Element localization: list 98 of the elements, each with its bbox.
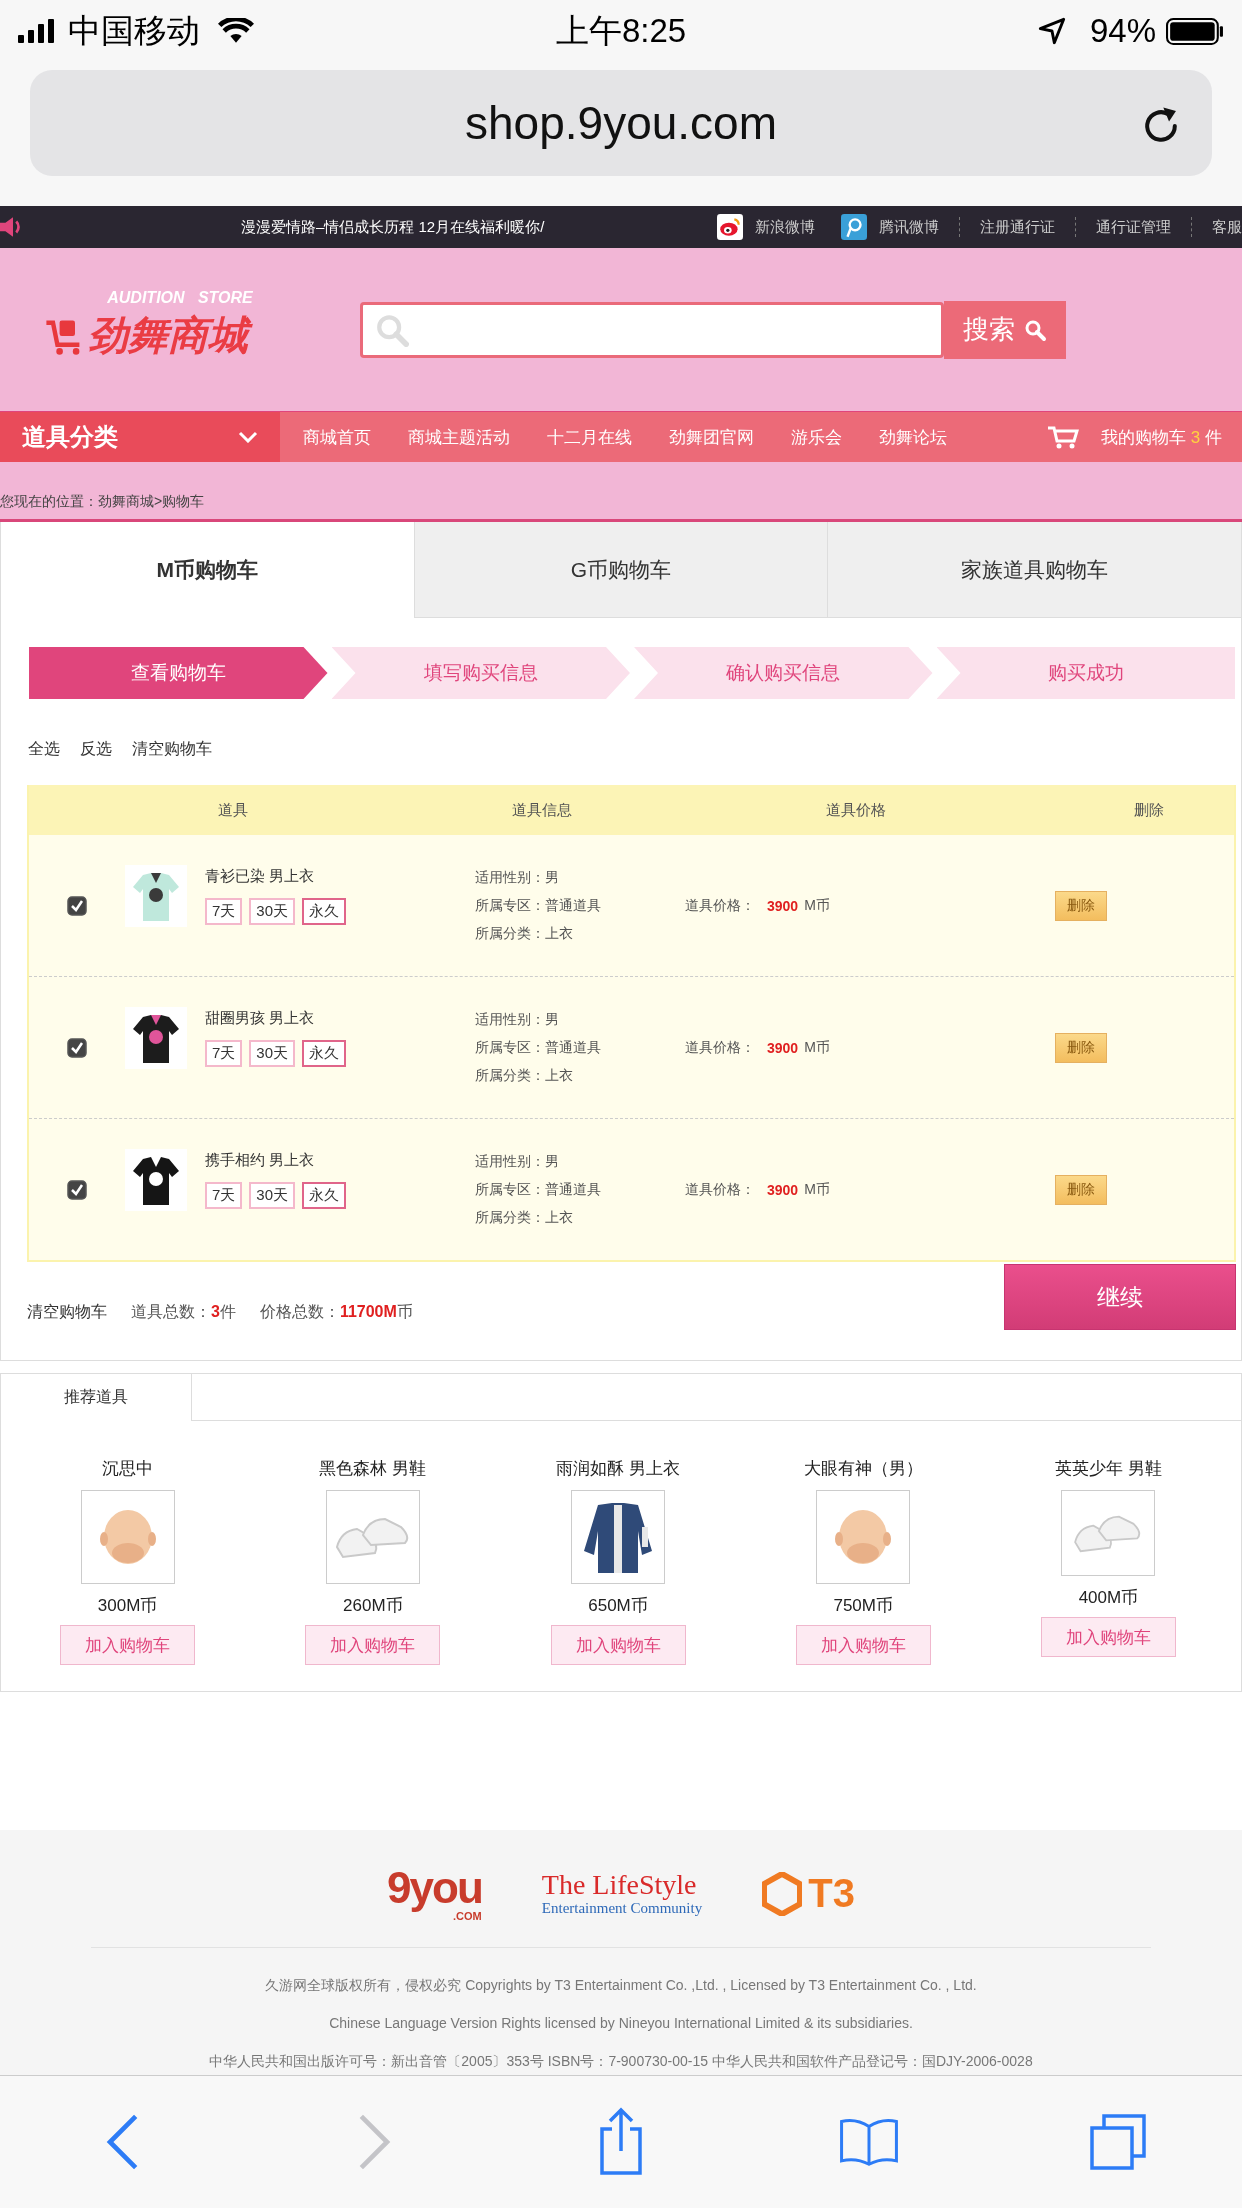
item-info: 适用性别：男	[475, 868, 560, 887]
currency-label: M币	[804, 1180, 830, 1199]
total-price: 价格总数：11700M币	[259, 1301, 413, 1322]
news-ticker[interactable]: 漫漫爱情路–情侣成长历程 12月在线福利暖你/	[241, 217, 561, 237]
product-price: 650M币	[588, 1595, 648, 1617]
item-price: 3900	[767, 1039, 799, 1056]
item-name: 甜圈男孩 男上衣	[205, 1008, 316, 1028]
footer-text: Chinese Language Version Rights licensed by Nineyou International Limited & its subsidiaries.	[329, 2014, 913, 2033]
checkbox[interactable]	[67, 1179, 87, 1200]
item-price: 3900	[767, 1181, 799, 1198]
column-header: 删除	[1133, 800, 1166, 820]
product-name[interactable]: 黑色森林 男鞋	[319, 1457, 427, 1480]
price-label: 道具价格：	[685, 1180, 755, 1199]
top-link[interactable]: 新浪微博	[755, 217, 815, 237]
add-to-cart-button[interactable]: 加入购物车	[550, 1625, 686, 1665]
battery-percent: 94%	[1089, 12, 1156, 50]
product-name[interactable]: 沉思中	[102, 1457, 154, 1480]
product-price: 260M币	[343, 1595, 403, 1617]
duration-option[interactable]: 永久	[302, 897, 347, 925]
cart-tab[interactable]: 家族道具购物车	[827, 522, 1241, 617]
add-to-cart-button[interactable]: 加入购物车	[1040, 1617, 1176, 1657]
location-icon	[1037, 17, 1066, 45]
cube-logo-icon[interactable]	[762, 1871, 803, 1916]
cart-icon[interactable]	[1047, 425, 1080, 449]
progress-step: 查看购物车	[29, 647, 328, 699]
item-name: 携手相约 男上衣	[205, 1150, 316, 1170]
cart-action-link[interactable]: 反选	[80, 739, 112, 760]
column-header: 道具信息	[510, 800, 573, 820]
delete-button[interactable]: 删除	[1055, 890, 1107, 921]
price-label: 道具价格：	[685, 1038, 755, 1057]
search-icon	[375, 312, 409, 347]
delete-button[interactable]: 删除	[1055, 1174, 1107, 1205]
item-info: 所属分类：上衣	[475, 1066, 574, 1085]
item-info: 所属专区：普通道具	[475, 1038, 602, 1057]
item-info: 适用性别：男	[475, 1152, 560, 1171]
status-time: 上午8:25	[554, 10, 688, 51]
progress-step: 购买成功	[936, 647, 1235, 699]
category-menu[interactable]: 道具分类	[0, 412, 280, 462]
partner-logo-tagline[interactable]: Entertainment Community	[541, 1900, 703, 1918]
item-info: 所属专区：普通道具	[475, 1180, 602, 1199]
currency-label: M币	[804, 1038, 830, 1057]
footer-text: 久游网全球版权所有，侵权必究 Copyrights by T3 Entertainment Co. ,Ltd. , Licensed by T3 Entertainment Co. , Ltd.	[265, 1976, 977, 1995]
product-price: 400M币	[1078, 1587, 1139, 1609]
chevron-down-icon	[238, 431, 258, 443]
footer-text: 中华人民共和国出版许可号：新出音管〔2005〕353号 ISBN号：7-900730-00-15 中华人民共和国软件产品登记号：国DJY-2006-0028	[209, 2052, 1033, 2071]
checkbox[interactable]	[67, 1037, 87, 1058]
breadcrumb: 您现在的位置：劲舞商城>购物车	[0, 493, 205, 511]
search-field[interactable]	[360, 301, 944, 358]
item-info: 所属分类：上衣	[475, 924, 574, 943]
column-header: 道具	[217, 800, 250, 820]
duration-option[interactable]: 7天	[205, 897, 243, 925]
partner-logo[interactable]: The LifeStyle	[541, 1869, 703, 1901]
checkbox[interactable]	[67, 895, 87, 916]
weibo-icon[interactable]	[717, 214, 743, 240]
progress-step: 填写购买信息	[331, 647, 630, 699]
cart-action-link[interactable]: 清空购物车	[132, 739, 212, 760]
add-to-cart-button[interactable]: 加入购物车	[305, 1625, 441, 1665]
top-link[interactable]: 客服	[1212, 217, 1242, 237]
cart-action-link[interactable]: 全选	[28, 739, 60, 760]
duration-option[interactable]: 30天	[249, 1039, 296, 1067]
add-to-cart-button[interactable]: 加入购物车	[60, 1625, 196, 1665]
duration-option[interactable]: 7天	[205, 1039, 243, 1067]
product-name[interactable]: 大眼有神（男）	[803, 1457, 923, 1480]
product-price: 300M币	[97, 1595, 158, 1617]
battery-icon	[1166, 17, 1224, 45]
item-count: 道具总数：3件	[131, 1301, 236, 1322]
item-price: 3900	[767, 897, 799, 914]
progress-step: 确认购买信息	[634, 647, 933, 699]
top-link[interactable]: 通行证管理	[1096, 217, 1171, 237]
cart-tab[interactable]: G币购物车	[413, 522, 828, 617]
duration-option[interactable]: 30天	[249, 897, 296, 925]
partner-logo[interactable]: 9you	[387, 1865, 482, 1910]
item-info: 所属分类：上衣	[475, 1208, 574, 1227]
price-label: 道具价格：	[685, 896, 755, 915]
partner-logo-suffix[interactable]: .COM	[453, 1909, 482, 1922]
recommended-tab[interactable]: 推荐道具	[1, 1374, 192, 1421]
address-bar[interactable]: shop.9you.com	[30, 70, 1212, 176]
carrier-name: 中国移动	[68, 10, 200, 51]
column-header: 道具价格	[824, 800, 887, 820]
duration-option[interactable]: 永久	[302, 1181, 347, 1209]
product-price: 750M币	[833, 1595, 893, 1617]
product-name[interactable]: 雨润如酥 男上衣	[556, 1457, 680, 1480]
continue-button[interactable]: 继续	[1004, 1264, 1236, 1330]
top-link[interactable]: 腾讯微博	[879, 217, 939, 237]
add-to-cart-button[interactable]: 加入购物车	[795, 1625, 931, 1665]
duration-option[interactable]: 30天	[249, 1181, 296, 1209]
item-info: 适用性别：男	[475, 1010, 560, 1029]
item-name: 青衫已染 男上衣	[205, 866, 316, 886]
product-name[interactable]: 英英少年 男鞋	[1055, 1457, 1162, 1480]
top-link[interactable]: 注册通行证	[980, 217, 1055, 237]
wifi-icon	[218, 17, 254, 45]
tencent-weibo-icon[interactable]	[841, 214, 867, 240]
duration-option[interactable]: 永久	[302, 1039, 347, 1067]
clear-cart-link[interactable]: 清空购物车	[27, 1301, 107, 1323]
duration-option[interactable]: 7天	[205, 1181, 243, 1209]
item-info: 所属专区：普通道具	[475, 896, 602, 915]
delete-button[interactable]: 删除	[1055, 1032, 1107, 1063]
currency-label: M币	[804, 896, 830, 915]
